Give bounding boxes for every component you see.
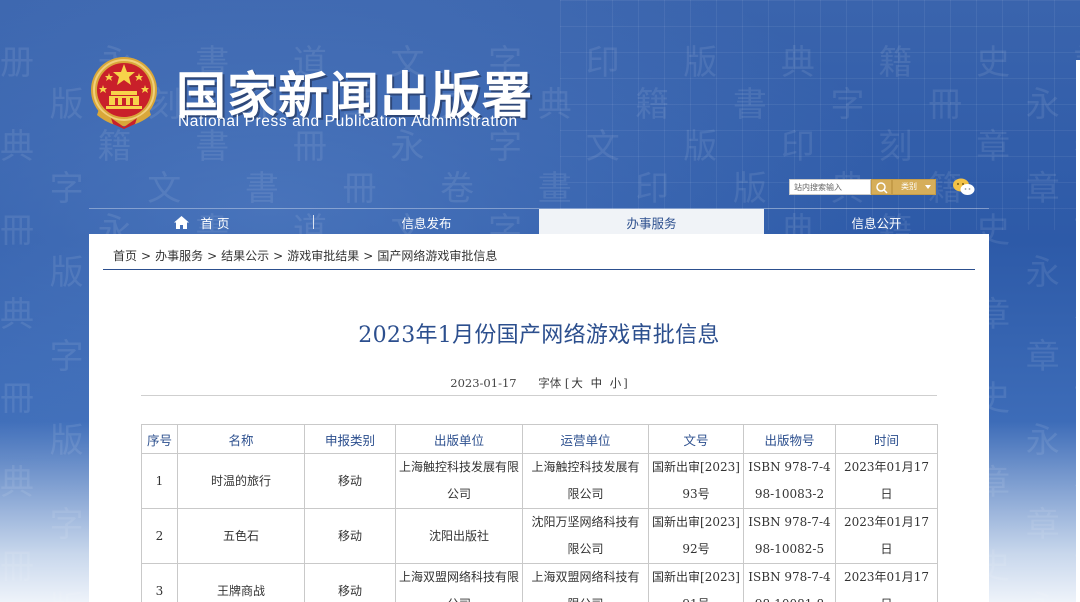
search-input[interactable]: 站内搜索输入 — [789, 179, 871, 195]
table-row: 3 王牌商战 移动 上海双盟网络科技有限公司 上海双盟网络科技有限公司 国新出审… — [141, 563, 938, 602]
table-cell: 五色石 — [177, 508, 305, 564]
table-cell: 上海触控科技发展有限公司 — [522, 453, 649, 509]
breadcrumb-link-services[interactable]: 办事服务 — [155, 249, 203, 263]
home-icon — [173, 215, 189, 229]
grid-pattern — [560, 0, 1080, 230]
main-nav: 首 页 信息发布 办事服务 信息公开 — [89, 208, 989, 235]
approval-table: 序号 名称 申报类别 出版单位 运营单位 文号 出版物号 时间 1 时温的旅行 … — [141, 424, 938, 602]
chevron-down-icon — [925, 185, 931, 189]
publish-date: 2023-01-17 — [450, 376, 517, 390]
breadcrumb-link-results[interactable]: 结果公示 — [221, 249, 269, 263]
table-cell: 上海双盟网络科技有限公司 — [395, 563, 523, 602]
table-cell: 上海双盟网络科技有限公司 — [522, 563, 649, 602]
nav-item-news[interactable]: 信息发布 — [314, 209, 539, 235]
table-cell: 上海触控科技发展有限公司 — [395, 453, 523, 509]
nav-item-services[interactable]: 办事服务 — [539, 209, 764, 235]
table-cell: 国新出审[2023]93号 — [648, 453, 744, 509]
table-header-row: 序号 名称 申报类别 出版单位 运营单位 文号 出版物号 时间 — [141, 424, 938, 454]
page-title: 2023年1月份国产网络游戏审批信息 — [358, 323, 720, 348]
page-edge — [1076, 60, 1080, 602]
column-header: 文号 — [648, 424, 744, 454]
table-cell: 移动 — [304, 508, 396, 564]
column-header: 时间 — [835, 424, 938, 454]
font-size-medium[interactable]: 中 — [591, 376, 603, 390]
nav-item-label: 首 页 — [200, 215, 230, 231]
nav-item-label: 办事服务 — [626, 215, 677, 231]
table-cell: 3 — [141, 563, 178, 602]
breadcrumb: 首页 > 办事服务 > 结果公示 > 游戏审批结果 > 国产网络游戏审批信息 — [113, 249, 498, 263]
table-row: 2 五色石 移动 沈阳出版社 沈阳万坚网络科技有限公司 国新出审[2023]92… — [141, 508, 938, 564]
table-cell: 2 — [141, 508, 178, 564]
column-header: 序号 — [141, 424, 178, 454]
search-icon — [876, 182, 888, 194]
nav-item-home[interactable]: 首 页 — [89, 209, 314, 235]
search-button[interactable] — [871, 179, 892, 195]
wechat-icon[interactable] — [952, 177, 976, 197]
table-cell: 2023年01月17日 — [835, 453, 938, 509]
table-cell: 国新出审[2023]91号 — [648, 563, 744, 602]
table-cell: 沈阳出版社 — [395, 508, 523, 564]
font-size-large[interactable]: 大 — [571, 376, 583, 390]
table-cell: 2023年01月17日 — [835, 563, 938, 602]
table-cell: 王牌商战 — [177, 563, 305, 602]
article-meta: 2023-01-17 字体 [大 中 小] — [450, 376, 628, 390]
content-panel: 首页 > 办事服务 > 结果公示 > 游戏审批结果 > 国产网络游戏审批信息 2023年1月份国… — [89, 234, 989, 602]
font-size-label: 字体 — [538, 376, 562, 390]
column-header: 出版单位 — [395, 424, 523, 454]
meta-divider — [141, 395, 937, 396]
table-cell: 移动 — [304, 453, 396, 509]
table-cell: ISBN 978-7-498-10082-5 — [743, 508, 836, 564]
breadcrumb-link-domestic-games[interactable]: 国产网络游戏审批信息 — [377, 249, 497, 263]
nav-item-label: 信息公开 — [851, 215, 902, 231]
table-cell: 国新出审[2023]92号 — [648, 508, 744, 564]
category-select[interactable]: 类别 — [892, 179, 936, 195]
table-cell: 移动 — [304, 563, 396, 602]
nav-item-disclosure[interactable]: 信息公开 — [764, 209, 989, 235]
nav-item-label: 信息发布 — [401, 215, 452, 231]
table-cell: 时温的旅行 — [177, 453, 305, 509]
site-subtitle: National Press and Publication Administr… — [178, 113, 518, 130]
font-size-small[interactable]: 小 — [610, 376, 622, 390]
table-row: 1 时温的旅行 移动 上海触控科技发展有限公司 上海触控科技发展有限公司 国新出… — [141, 453, 938, 509]
national-emblem-icon — [91, 57, 157, 129]
breadcrumb-link-game-results[interactable]: 游戏审批结果 — [287, 249, 359, 263]
column-header: 运营单位 — [522, 424, 649, 454]
table-cell: ISBN 978-7-498-10081-8 — [743, 563, 836, 602]
column-header: 申报类别 — [304, 424, 396, 454]
table-cell: 沈阳万坚网络科技有限公司 — [522, 508, 649, 564]
table-cell: 2023年01月17日 — [835, 508, 938, 564]
column-header: 出版物号 — [743, 424, 836, 454]
column-header: 名称 — [177, 424, 305, 454]
category-label: 类别 — [901, 182, 917, 191]
breadcrumb-divider — [103, 269, 975, 270]
breadcrumb-link-home[interactable]: 首页 — [113, 249, 137, 263]
table-cell: 1 — [141, 453, 178, 509]
table-cell: ISBN 978-7-498-10083-2 — [743, 453, 836, 509]
